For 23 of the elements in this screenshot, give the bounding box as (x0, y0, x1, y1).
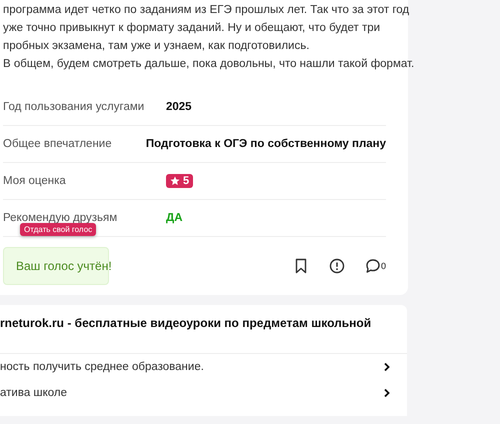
detail-label: Моя оценка (3, 175, 67, 187)
alert-icon[interactable] (328, 258, 345, 274)
detail-label: Общее впечатление (3, 138, 113, 150)
detail-value: Подготовка к ОГЭ по собственному плану (146, 138, 386, 150)
rating-value: 5 (183, 175, 190, 187)
detail-value: 2025 (166, 101, 192, 113)
review-text: уже точно привыкнут к формату заданий. Ну и обещают, что будет три (3, 21, 380, 36)
detail-label: Год пользования услугами (3, 101, 146, 113)
review-text: пробных экзамена, там уже и узнаем, как подготовились. (3, 39, 310, 54)
review-text: В общем, будем смотреть дальше, пока довольны, что нашли такой формат. (3, 57, 414, 72)
star-icon (170, 176, 180, 186)
chevron-icon[interactable] (383, 388, 391, 398)
list-item[interactable]: атива школе (0, 387, 68, 399)
vote-status: Ваш голос учтён! (3, 247, 109, 285)
section-title: rneturok.ru - бесплатные видеоуроки по предметам школьной (0, 305, 407, 354)
comment-count: 0 (380, 261, 386, 271)
list-item[interactable]: ность получить среднее образование. (0, 361, 204, 373)
review-text: программа идет четко по заданиям из ЕГЭ прошлых лет. Так что за этот год (3, 3, 410, 18)
detail-label: Рекомендую друзьям (3, 212, 118, 224)
chevron-icon[interactable] (383, 362, 391, 372)
comment-icon[interactable] (364, 258, 381, 274)
tooltip: Отдать свой голос (20, 223, 96, 236)
recommend-value: ДА (166, 212, 182, 224)
